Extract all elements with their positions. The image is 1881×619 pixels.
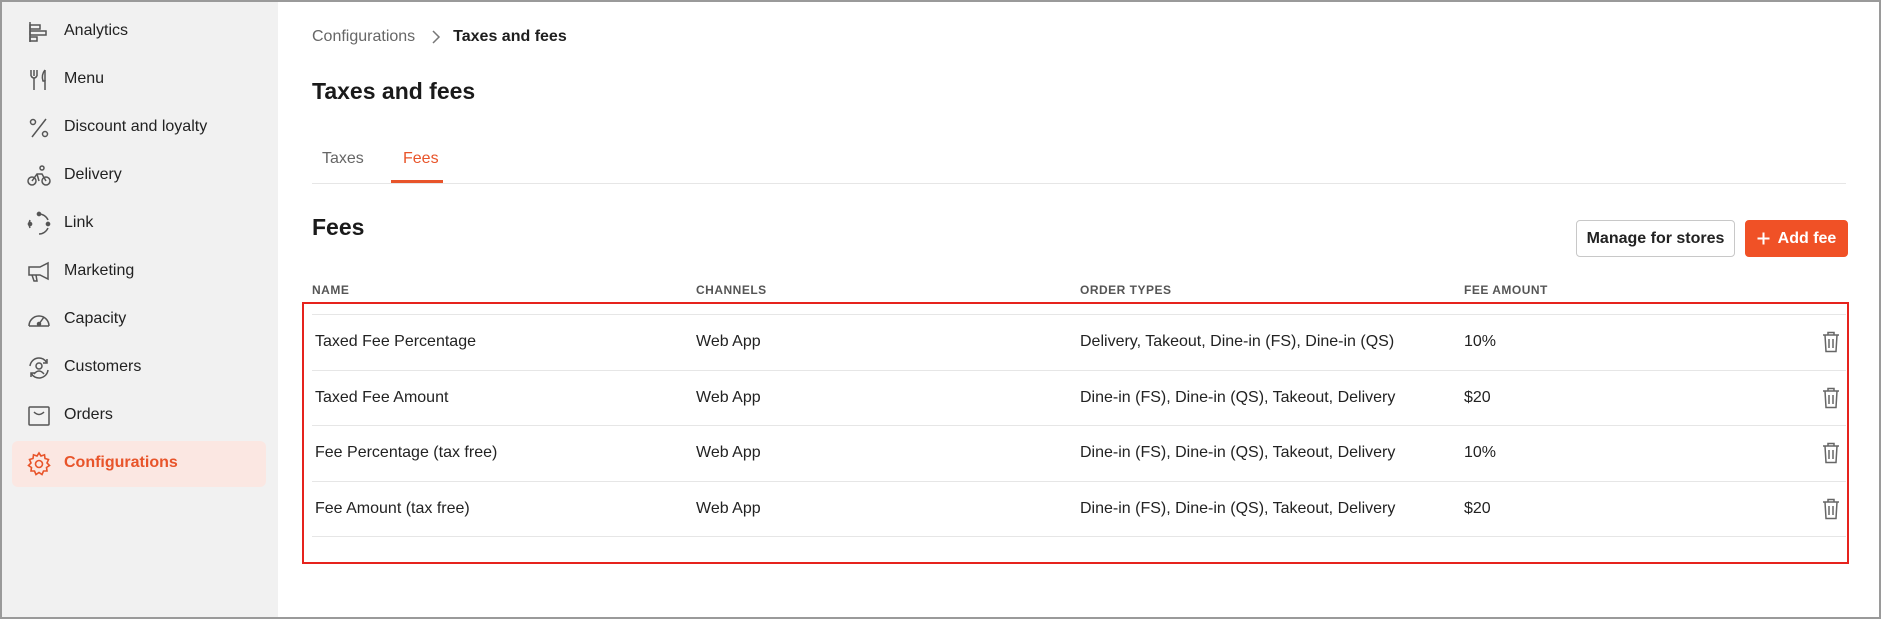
plus-icon [1757,232,1770,245]
sidebar-item-label: Customers [64,358,142,375]
add-fee-label: Add fee [1777,229,1837,247]
utensils-icon [26,67,52,93]
breadcrumb-current: Taxes and fees [453,28,567,45]
fee-amount: $20 [1464,389,1491,406]
sidebar-item-label: Analytics [64,22,129,39]
column-header-order-types: ORDER TYPES [1080,283,1172,297]
percent-icon [26,115,52,141]
sidebar-item-label: Capacity [64,310,127,327]
active-tab-indicator [391,180,443,183]
fee-channels: Web App [696,333,761,350]
add-fee-button[interactable]: Add fee [1745,220,1848,257]
tab-taxes[interactable]: Taxes [322,150,364,185]
sidebar-item-label: Orders [64,406,113,423]
analytics-icon [26,19,52,45]
sidebar-item-discount-and-loyalty[interactable]: Discount and loyalty [12,105,266,151]
sidebar-item-label: Marketing [64,262,135,279]
sidebar-item-link[interactable]: Link [12,201,266,247]
fee-order-types: Delivery, Takeout, Dine-in (FS), Dine-in… [1080,333,1395,350]
sidebar-item-menu[interactable]: Menu [12,57,266,103]
gauge-icon [26,307,52,333]
fee-amount: $20 [1464,500,1491,517]
sidebar-item-analytics[interactable]: Analytics [12,9,266,55]
manage-for-stores-label: Manage for stores [1586,229,1725,247]
sidebar-item-orders[interactable]: Orders [12,393,266,439]
gear-icon [26,451,52,477]
fee-amount: 10% [1464,444,1497,461]
sidebar-item-customers[interactable]: Customers [12,345,266,391]
table-divider [312,536,1846,537]
main-content: Configurations Taxes and fees Taxes and … [278,2,1879,617]
delete-trash-icon[interactable] [1820,441,1842,465]
sidebar-item-label: Menu [64,70,105,87]
sidebar-item-marketing[interactable]: Marketing [12,249,266,295]
sidebar-item-label: Link [64,214,94,231]
column-header-channels: CHANNELS [696,283,767,297]
table-row[interactable]: Fee Percentage (tax free) Web App Dine-i… [312,425,1846,481]
fee-amount: 10% [1464,333,1497,350]
fee-channels: Web App [696,500,761,517]
sidebar-item-delivery[interactable]: Delivery [12,153,266,199]
fee-name: Taxed Fee Amount [315,389,449,406]
chevron-right-icon [431,30,441,44]
link-circle-icon [26,211,52,237]
breadcrumb: Configurations Taxes and fees [312,28,567,46]
sidebar-item-capacity[interactable]: Capacity [12,297,266,343]
delete-trash-icon[interactable] [1820,330,1842,354]
column-header-name: NAME [312,283,350,297]
orders-tray-icon [26,403,52,429]
delete-trash-icon[interactable] [1820,497,1842,521]
fee-name: Fee Amount (tax free) [315,500,470,517]
fee-name: Taxed Fee Percentage [315,333,476,350]
fee-order-types: Dine-in (FS), Dine-in (QS), Takeout, Del… [1080,389,1396,406]
table-row[interactable]: Taxed Fee Percentage Web App Delivery, T… [312,314,1846,370]
column-header-fee-amount: FEE AMOUNT [1464,283,1548,297]
sidebar-item-configurations[interactable]: Configurations [12,441,266,487]
sidebar: Analytics Menu Discount and loyalty Deli… [2,2,278,617]
fee-channels: Web App [696,444,761,461]
breadcrumb-configurations-link[interactable]: Configurations [312,28,415,46]
sidebar-item-label: Discount and loyalty [64,118,208,135]
tab-bar: Taxes Fees [312,142,1846,184]
fee-order-types: Dine-in (FS), Dine-in (QS), Takeout, Del… [1080,500,1396,517]
delete-trash-icon[interactable] [1820,386,1842,410]
fee-order-types: Dine-in (FS), Dine-in (QS), Takeout, Del… [1080,444,1396,461]
sidebar-item-label: Configurations [64,454,178,471]
megaphone-icon [26,259,52,285]
bicycle-icon [26,163,52,189]
table-row[interactable]: Taxed Fee Amount Web App Dine-in (FS), D… [312,370,1846,426]
manage-for-stores-button[interactable]: Manage for stores [1576,220,1735,257]
table-row[interactable]: Fee Amount (tax free) Web App Dine-in (F… [312,481,1846,537]
sidebar-item-label: Delivery [64,166,122,183]
fees-section-title: Fees [312,214,365,240]
fee-channels: Web App [696,389,761,406]
page-title: Taxes and fees [312,78,476,104]
fee-name: Fee Percentage (tax free) [315,444,498,461]
customer-refresh-icon [26,355,52,381]
